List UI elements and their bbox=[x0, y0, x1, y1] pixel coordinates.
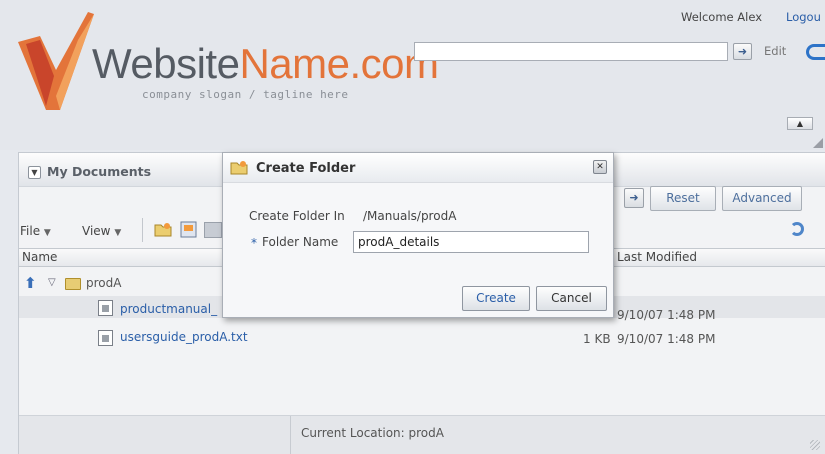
panel-search-go-icon[interactable]: ➜ bbox=[624, 188, 644, 208]
logout-link[interactable]: Logou bbox=[786, 10, 821, 24]
search-go-icon[interactable]: ➜ bbox=[733, 43, 752, 60]
file-name-link[interactable]: productmanual_ bbox=[120, 302, 217, 316]
new-folder-icon bbox=[230, 161, 248, 175]
file-modified: 9/10/07 1:48 PM bbox=[617, 332, 716, 346]
collapse-header-button[interactable]: ▲ bbox=[787, 117, 813, 130]
close-icon[interactable]: ✕ bbox=[593, 160, 607, 174]
toolbar-icon[interactable] bbox=[204, 222, 222, 238]
dialog-title: Create Folder bbox=[256, 161, 356, 176]
toolbar-divider bbox=[142, 218, 143, 242]
site-name-part1: Website bbox=[92, 40, 240, 87]
new-document-icon[interactable] bbox=[180, 221, 197, 238]
cancel-button[interactable]: Cancel bbox=[536, 286, 607, 311]
chevron-down-icon: ▼ bbox=[43, 228, 51, 238]
global-search-input[interactable] bbox=[414, 42, 728, 61]
file-menu[interactable]: File ▼ bbox=[20, 224, 51, 238]
refresh-icon[interactable] bbox=[790, 222, 804, 236]
create-in-path: /Manuals/prodA bbox=[363, 209, 457, 223]
advanced-button[interactable]: Advanced bbox=[722, 186, 802, 211]
welcome-text: Welcome Alex bbox=[681, 10, 762, 24]
site-name: WebsiteName.com bbox=[92, 40, 439, 88]
file-modified: 9/10/07 1:48 PM bbox=[617, 308, 716, 322]
view-menu[interactable]: View ▼ bbox=[82, 224, 121, 238]
status-divider bbox=[290, 416, 291, 454]
panel-collapse-icon[interactable]: ▼ bbox=[28, 166, 41, 179]
required-indicator: * bbox=[251, 236, 257, 250]
folder-name[interactable]: prodA bbox=[86, 276, 121, 290]
file-name-link[interactable]: usersguide_prodA.txt bbox=[120, 330, 248, 344]
site-slogan: company slogan / tagline here bbox=[142, 88, 349, 101]
view-menu-label: View bbox=[82, 224, 111, 238]
column-header-name[interactable]: Name bbox=[22, 250, 57, 264]
create-in-label: Create Folder In bbox=[249, 209, 345, 223]
panel-title: My Documents bbox=[47, 164, 152, 179]
folder-icon bbox=[65, 278, 81, 290]
file-size: 1 KB bbox=[583, 332, 611, 346]
site-name-part2: Name.com bbox=[239, 40, 439, 87]
edit-link[interactable]: Edit bbox=[764, 44, 786, 58]
file-icon bbox=[98, 330, 113, 346]
up-folder-icon[interactable]: ⬆ bbox=[24, 275, 40, 291]
chevron-down-icon: ▼ bbox=[114, 228, 122, 238]
folder-name-label: Folder Name bbox=[262, 235, 339, 249]
resize-grip-icon[interactable] bbox=[810, 440, 820, 450]
folder-name-input[interactable] bbox=[353, 231, 589, 253]
new-folder-icon[interactable] bbox=[154, 222, 172, 237]
logo-checkmark-icon bbox=[18, 12, 94, 110]
reset-button[interactable]: Reset bbox=[650, 186, 716, 211]
file-icon bbox=[98, 300, 113, 316]
resize-corner-icon bbox=[813, 138, 823, 148]
create-button[interactable]: Create bbox=[462, 286, 530, 311]
column-header-last-modified[interactable]: Last Modified bbox=[617, 250, 697, 264]
help-icon[interactable] bbox=[806, 44, 825, 60]
expand-triangle-icon[interactable]: ▽ bbox=[48, 277, 56, 288]
file-menu-label: File bbox=[20, 224, 41, 238]
current-location-text: Current Location: prodA bbox=[301, 426, 444, 440]
